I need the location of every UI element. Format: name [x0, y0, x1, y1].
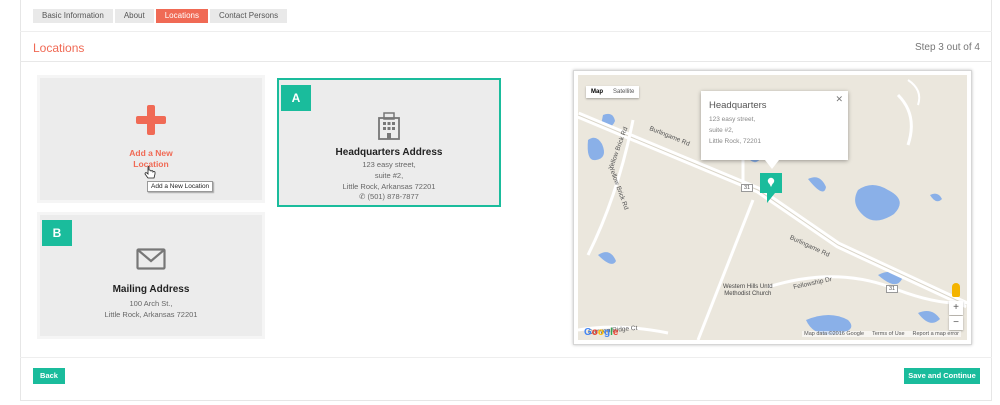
location-badge: A [281, 85, 311, 111]
page-title: Locations [33, 41, 85, 55]
map-type-map[interactable]: Map [586, 86, 608, 98]
zoom-out-button[interactable]: − [949, 316, 963, 330]
route-shield: 31 [741, 184, 754, 192]
info-window-line: 123 easy street, [709, 116, 756, 123]
location-name: Headquarters Address [335, 147, 443, 158]
tab-locations[interactable]: Locations [155, 9, 208, 23]
address-line: suite #2, [374, 171, 404, 180]
zoom-in-button[interactable]: + [949, 301, 963, 315]
tab-contact-persons[interactable]: Contact Persons [209, 9, 288, 23]
info-window-line: Little Rock, 72201 [709, 138, 762, 145]
report-map-error-link[interactable]: Report a map error [913, 331, 959, 337]
wizard-tabs: Basic Information About Locations Contac… [33, 9, 288, 23]
envelope-icon [136, 248, 166, 270]
poi-line: Methodist Church [724, 291, 772, 297]
divider [20, 61, 992, 62]
tab-basic-information[interactable]: Basic Information [33, 9, 113, 23]
info-window-line: suite #2, [709, 127, 734, 134]
phone-line: ✆ (501) 878-7877 [279, 192, 499, 201]
phone-icon: ✆ [359, 192, 368, 201]
plus-icon [136, 105, 166, 135]
address-line: 123 easy street, [362, 160, 416, 169]
street-view-pegman-icon[interactable] [952, 283, 960, 297]
save-and-continue-button[interactable]: Save and Continue [904, 368, 980, 384]
building-icon [378, 112, 400, 140]
close-icon[interactable]: ✕ [835, 94, 843, 105]
map-footer: Map data ©2016 Google Terms of Use Repor… [802, 331, 961, 337]
map-info-window: ✕ Headquarters 123 easy street, suite #2… [701, 91, 848, 169]
tab-about[interactable]: About [114, 9, 154, 23]
add-location-label-1: Add a New [129, 148, 173, 158]
divider [20, 31, 992, 32]
route-shield: 31 [886, 285, 899, 293]
step-indicator: Step 3 out of 4 [914, 42, 980, 53]
tooltip: Add a New Location [147, 181, 214, 192]
location-card-headquarters[interactable]: A Headquarters Address 123 easy street, … [277, 78, 501, 207]
address-line: Little Rock, Arkansas 72201 [104, 310, 198, 319]
location-badge: B [42, 220, 72, 246]
location-name: Mailing Address [112, 284, 190, 295]
address-line: Little Rock, Arkansas 72201 [342, 182, 436, 191]
back-button[interactable]: Back [33, 368, 65, 384]
phone-number: (501) 878-7877 [367, 192, 419, 201]
map-data-attribution: Map data ©2016 Google [804, 331, 865, 337]
address-line: 100 Arch St., [129, 299, 173, 308]
terms-link[interactable]: Terms of Use [872, 331, 904, 337]
location-card-mailing[interactable]: B Mailing Address 100 Arch St., Little R… [40, 215, 262, 336]
poi-line: Western Hills Untd [723, 284, 773, 290]
info-window-title: Headquarters [709, 100, 767, 111]
poi-label: Western Hills Untd Methodist Church [723, 284, 773, 298]
map-widget: Burlingame Rd Burlingame Rd Yellow Brick… [573, 70, 972, 345]
google-logo: Google [584, 327, 619, 338]
map-type-satellite[interactable]: Satellite [608, 86, 639, 98]
map-canvas[interactable]: Burlingame Rd Burlingame Rd Yellow Brick… [578, 75, 967, 340]
hand-cursor-icon [144, 166, 156, 179]
divider [20, 357, 992, 358]
map-type-control: Map Satellite [586, 86, 640, 98]
